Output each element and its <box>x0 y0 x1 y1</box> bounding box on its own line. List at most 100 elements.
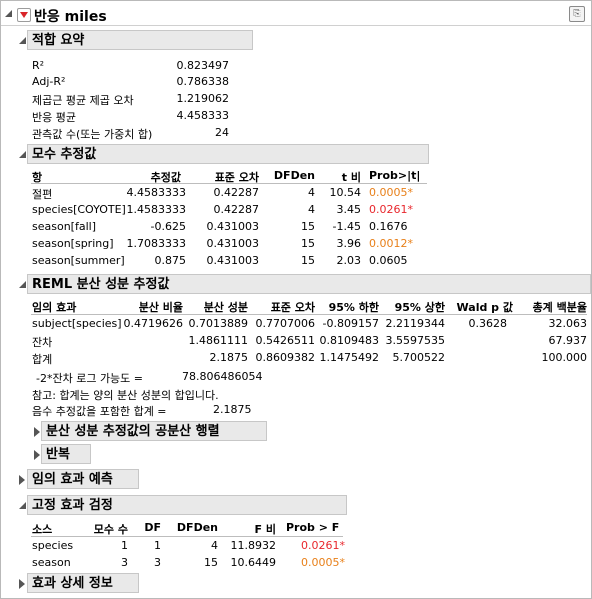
fit-value: 0.823497 <box>176 59 230 72</box>
p-value-cell: 0.0005* <box>301 556 345 569</box>
table-cell-term: 잔차 <box>32 336 53 349</box>
col-header: Prob > F <box>286 521 340 534</box>
table-cell: 0.3628 <box>468 317 508 330</box>
fit-value: 0.786338 <box>176 75 230 88</box>
collapse-triangle-icon[interactable] <box>19 281 26 288</box>
reml-heading[interactable]: REML 분산 성분 추정값 <box>27 274 591 294</box>
table-cell: -1.45 <box>332 220 361 233</box>
fit-value: 4.458333 <box>176 109 230 122</box>
col-header: 임의 효과 <box>32 301 77 314</box>
table-cell: 1.1475492 <box>319 351 380 364</box>
table-cell: 1.4583333 <box>126 203 187 216</box>
table-cell: 4 <box>211 539 218 552</box>
table-cell: 0.431003 <box>206 237 260 250</box>
col-header: 95% 하한 <box>328 301 379 314</box>
expand-triangle-icon[interactable] <box>19 475 25 485</box>
table-cell: 1.4861111 <box>188 334 249 347</box>
table-cell: 0.875 <box>154 254 187 267</box>
table-cell: 11.8932 <box>230 539 277 552</box>
expand-triangle-icon[interactable] <box>34 450 40 460</box>
fit-label: R² <box>32 59 45 72</box>
table-cell: 3.45 <box>336 203 362 216</box>
fit-label: 관측값 수(또는 가중치 합) <box>32 128 153 141</box>
table-cell: 67.937 <box>548 334 588 347</box>
fit-label: 제곱근 평균 제곱 오차 <box>32 94 134 107</box>
report-title-bar: 반응 miles ⎘ <box>1 1 591 26</box>
param-est-heading[interactable]: 모수 추정값 <box>27 144 429 164</box>
table-cell: 0.8609382 <box>255 351 316 364</box>
table-cell: 2.1875 <box>209 351 249 364</box>
table-cell-term: 합계 <box>32 353 53 366</box>
p-value-cell: 0.0605 <box>369 254 408 267</box>
collapse-triangle-icon[interactable] <box>19 37 26 44</box>
table-cell: 15 <box>301 220 315 233</box>
col-header: DFDen <box>273 169 315 182</box>
table-cell: 0.42287 <box>213 186 260 199</box>
col-header: Wald p 값 <box>456 301 513 314</box>
table-cell: 2.2119344 <box>385 317 446 330</box>
table-cell: 0.7707006 <box>255 317 316 330</box>
table-cell-term: species <box>32 539 74 552</box>
col-header: 모수 수 <box>93 523 128 536</box>
table-cell: -0.809157 <box>322 317 379 330</box>
fit-value: 24 <box>215 126 229 139</box>
col-header: DF <box>144 521 161 534</box>
collapse-triangle-icon[interactable] <box>5 10 12 17</box>
p-value-cell: 0.1676 <box>369 220 408 233</box>
table-cell: 1 <box>154 539 161 552</box>
p-value-cell: 0.0261* <box>369 203 413 216</box>
copy-report-icon[interactable]: ⎘ <box>569 6 585 22</box>
table-cell: 4.4583333 <box>126 186 187 199</box>
cov-matrix-heading[interactable]: 분산 성분 추정값의 공분산 행렬 <box>41 421 267 441</box>
collapse-triangle-icon[interactable] <box>19 502 26 509</box>
col-header: F 비 <box>254 523 276 536</box>
fixed-test-heading[interactable]: 고정 효과 검정 <box>27 495 347 515</box>
header-divider <box>31 536 343 537</box>
p-value-cell: 0.0005* <box>369 186 413 199</box>
table-cell: 15 <box>301 237 315 250</box>
fit-summary-heading[interactable]: 적합 요약 <box>27 30 253 50</box>
red-triangle-menu-icon[interactable] <box>17 8 31 22</box>
reml-note: 참고: 합계는 양의 분산 성분의 합입니다. <box>32 389 219 402</box>
effect-details-heading[interactable]: 효과 상세 정보 <box>27 573 139 593</box>
col-header: Prob>|t| <box>369 169 421 182</box>
table-cell: 0.5426511 <box>255 334 316 347</box>
table-cell: 3.5597535 <box>385 334 446 347</box>
table-cell: -0.625 <box>150 220 186 233</box>
fit-label: 반응 평균 <box>32 111 76 124</box>
table-cell: 10.6449 <box>230 556 277 569</box>
table-cell: 0.431003 <box>206 220 260 233</box>
col-header: 표준 오차 <box>270 301 315 314</box>
table-cell: 10.54 <box>329 186 362 199</box>
loglik-label: -2*잔차 로그 가능도 = <box>36 372 144 385</box>
expand-triangle-icon[interactable] <box>19 579 25 589</box>
fit-label: Adj-R² <box>32 75 66 88</box>
loglik-value: 78.806486054 <box>182 370 263 383</box>
header-divider <box>31 183 427 184</box>
col-header: 분산 비율 <box>138 301 183 314</box>
table-cell: 3.96 <box>336 237 362 250</box>
table-cell: 0.4719626 <box>123 317 184 330</box>
table-cell: 15 <box>204 556 218 569</box>
table-cell: 0.8109483 <box>319 334 380 347</box>
report-window: 반응 miles ⎘ 적합 요약 R² 0.823497 Adj-R² 0.78… <box>0 0 592 599</box>
table-cell: 0.431003 <box>206 254 260 267</box>
neg-sum-label: 음수 추정값을 포함한 합계 = <box>32 405 167 418</box>
col-header: DFDen <box>176 521 218 534</box>
table-cell: 0.7013889 <box>188 317 249 330</box>
neg-sum-value: 2.1875 <box>213 403 252 416</box>
table-cell-term: 절편 <box>32 188 53 201</box>
header-divider <box>31 314 587 315</box>
table-cell: 2.03 <box>336 254 362 267</box>
expand-triangle-icon[interactable] <box>34 427 40 437</box>
col-header: 소스 <box>32 523 53 536</box>
iteration-heading[interactable]: 반복 <box>41 444 91 464</box>
collapse-triangle-icon[interactable] <box>19 151 26 158</box>
table-cell: 1.7083333 <box>126 237 187 250</box>
table-cell: 0.42287 <box>213 203 260 216</box>
col-header: 분산 성분 <box>203 301 248 314</box>
table-cell: 100.000 <box>541 351 588 364</box>
table-cell-term: season <box>32 556 71 569</box>
random-pred-heading[interactable]: 임의 효과 예측 <box>27 469 139 489</box>
table-cell: 15 <box>301 254 315 267</box>
